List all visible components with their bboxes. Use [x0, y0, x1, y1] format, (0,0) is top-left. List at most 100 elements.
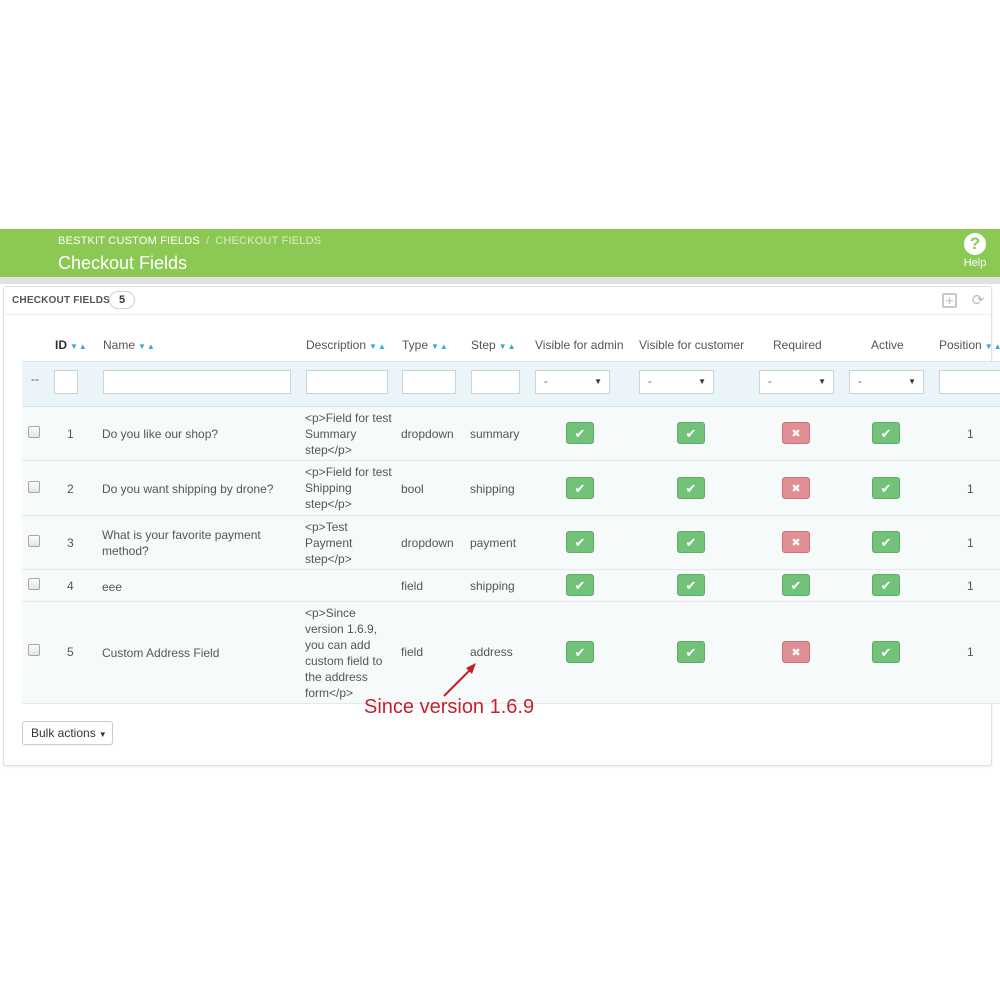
visible-customer-check-icon[interactable]: ✔ — [677, 641, 705, 663]
chevron-down-icon: ▼ — [818, 377, 826, 386]
row-checkbox[interactable] — [28, 644, 40, 656]
visible-customer-check-icon[interactable]: ✔ — [677, 422, 705, 444]
cell-id: 3 — [67, 536, 74, 550]
visible-customer-check-icon[interactable]: ✔ — [677, 574, 705, 596]
required-cross-icon[interactable]: ✖ — [782, 422, 810, 444]
sort-icon[interactable]: ▼▲ — [499, 342, 517, 351]
annotation-label: Since version 1.6.9 — [364, 696, 535, 718]
active-check-icon[interactable]: ✔ — [872, 477, 900, 499]
active-check-icon[interactable]: ✔ — [872, 574, 900, 596]
filter-type-input[interactable] — [402, 370, 456, 394]
visible-customer-check-icon[interactable]: ✔ — [677, 477, 705, 499]
active-check-icon[interactable]: ✔ — [872, 422, 900, 444]
page-title: Checkout Fields — [58, 253, 188, 273]
breadcrumb-item-parent[interactable]: BESTKIT CUSTOM FIELDS — [58, 235, 200, 247]
sort-icon[interactable]: ▼▲ — [70, 342, 88, 351]
visible-admin-check-icon[interactable]: ✔ — [566, 574, 594, 596]
bulk-actions-button[interactable]: Bulk actions ▼ — [22, 721, 113, 745]
filter-step-input[interactable] — [471, 370, 520, 394]
cell-description: <p>Since version 1.6.9, you can add cust… — [305, 606, 383, 700]
visible-admin-check-icon[interactable]: ✔ — [566, 531, 594, 553]
cell-position: 1 — [967, 645, 974, 659]
cell-type: field — [401, 645, 424, 659]
sort-icon[interactable]: ▼▲ — [138, 342, 156, 351]
required-cross-icon[interactable]: ✖ — [782, 477, 810, 499]
filter-required-select[interactable]: - ▼ — [759, 370, 834, 394]
cell-type: field — [401, 579, 424, 593]
help-icon: ? — [964, 233, 986, 255]
filter-visible-customer-select[interactable]: - ▼ — [639, 370, 714, 394]
cell-type: dropdown — [401, 536, 454, 550]
cell-position: 1 — [967, 536, 974, 550]
active-check-icon[interactable]: ✔ — [872, 641, 900, 663]
cell-description: <p>Field for test Summary step</p> — [305, 411, 392, 457]
filter-visible-admin-select[interactable]: - ▼ — [535, 370, 610, 394]
breadcrumb-separator: / — [205, 235, 210, 247]
filter-name-input[interactable] — [103, 370, 291, 394]
cell-position: 1 — [967, 579, 974, 593]
cell-step: summary — [470, 427, 520, 441]
required-cross-icon[interactable]: ✖ — [782, 641, 810, 663]
add-new-icon[interactable]: + — [942, 293, 957, 308]
row-checkbox[interactable] — [28, 535, 40, 547]
row-checkbox[interactable] — [28, 426, 40, 438]
cell-step: shipping — [470, 579, 515, 593]
visible-admin-check-icon[interactable]: ✔ — [566, 477, 594, 499]
row-checkbox[interactable] — [28, 578, 40, 590]
cell-id: 2 — [67, 482, 74, 496]
column-header-name[interactable]: Name ▼▲ — [103, 338, 156, 352]
cell-name: What is your favorite payment method? — [102, 528, 261, 558]
header-divider — [0, 277, 1000, 284]
refresh-icon[interactable]: ⟳ — [970, 293, 986, 309]
cell-type: dropdown — [401, 427, 454, 441]
visible-admin-check-icon[interactable]: ✔ — [566, 422, 594, 444]
chevron-down-icon: ▼ — [908, 377, 916, 386]
required-check-icon[interactable]: ✔ — [782, 574, 810, 596]
column-header-id[interactable]: ID ▼▲ — [55, 338, 88, 352]
chevron-down-icon: ▼ — [698, 377, 706, 386]
column-header-position[interactable]: Position ▼▲ — [939, 338, 1000, 352]
required-cross-icon[interactable]: ✖ — [782, 531, 810, 553]
filter-position-input[interactable] — [939, 370, 1000, 394]
cell-type: bool — [401, 482, 424, 496]
filter-description-input[interactable] — [306, 370, 388, 394]
column-header-visible-admin: Visible for admin — [535, 338, 624, 352]
cell-name: Do you like our shop? — [102, 427, 219, 441]
cell-position: 1 — [967, 482, 974, 496]
column-header-step[interactable]: Step ▼▲ — [471, 338, 517, 352]
panel-heading: CHECKOUT FIELDS 5 + ⟳ — [4, 287, 991, 315]
cell-position: 1 — [967, 427, 974, 441]
cell-id: 4 — [67, 579, 74, 593]
filter-dash: -- — [31, 372, 39, 386]
column-header-description[interactable]: Description ▼▲ — [306, 338, 387, 352]
sort-icon[interactable]: ▼▲ — [369, 342, 387, 351]
sort-icon[interactable]: ▼▲ — [431, 342, 449, 351]
panel-title: CHECKOUT FIELDS — [12, 295, 110, 306]
cell-id: 5 — [67, 645, 74, 659]
count-badge: 5 — [109, 291, 135, 309]
cell-description: <p>Test Payment step</p> — [305, 520, 353, 566]
cell-step: shipping — [470, 482, 515, 496]
filter-active-select[interactable]: - ▼ — [849, 370, 924, 394]
chevron-down-icon: ▼ — [594, 377, 602, 386]
filter-id-input[interactable] — [54, 370, 78, 394]
sort-icon[interactable]: ▼▲ — [985, 342, 1000, 351]
cell-name: Do you want shipping by drone? — [102, 482, 274, 496]
page-header: BESTKIT CUSTOM FIELDS / CHECKOUT FIELDS Ch… — [0, 229, 1000, 277]
visible-admin-check-icon[interactable]: ✔ — [566, 641, 594, 663]
caret-down-icon: ▼ — [98, 730, 107, 739]
cell-name: Custom Address Field — [102, 646, 220, 660]
row-checkbox[interactable] — [28, 481, 40, 493]
visible-customer-check-icon[interactable]: ✔ — [677, 531, 705, 553]
help-label: Help — [963, 257, 987, 269]
column-header-type[interactable]: Type ▼▲ — [402, 338, 449, 352]
cell-description: <p>Field for test Shipping step</p> — [305, 465, 392, 511]
cell-id: 1 — [67, 427, 74, 441]
breadcrumb-item-current: CHECKOUT FIELDS — [215, 235, 322, 247]
help-button[interactable]: ? Help — [962, 233, 988, 269]
active-check-icon[interactable]: ✔ — [872, 531, 900, 553]
column-header-active: Active — [871, 338, 904, 352]
cell-name: eee — [102, 580, 123, 594]
breadcrumb: BESTKIT CUSTOM FIELDS / CHECKOUT FIELDS — [58, 235, 321, 247]
cell-step: address — [470, 645, 513, 659]
